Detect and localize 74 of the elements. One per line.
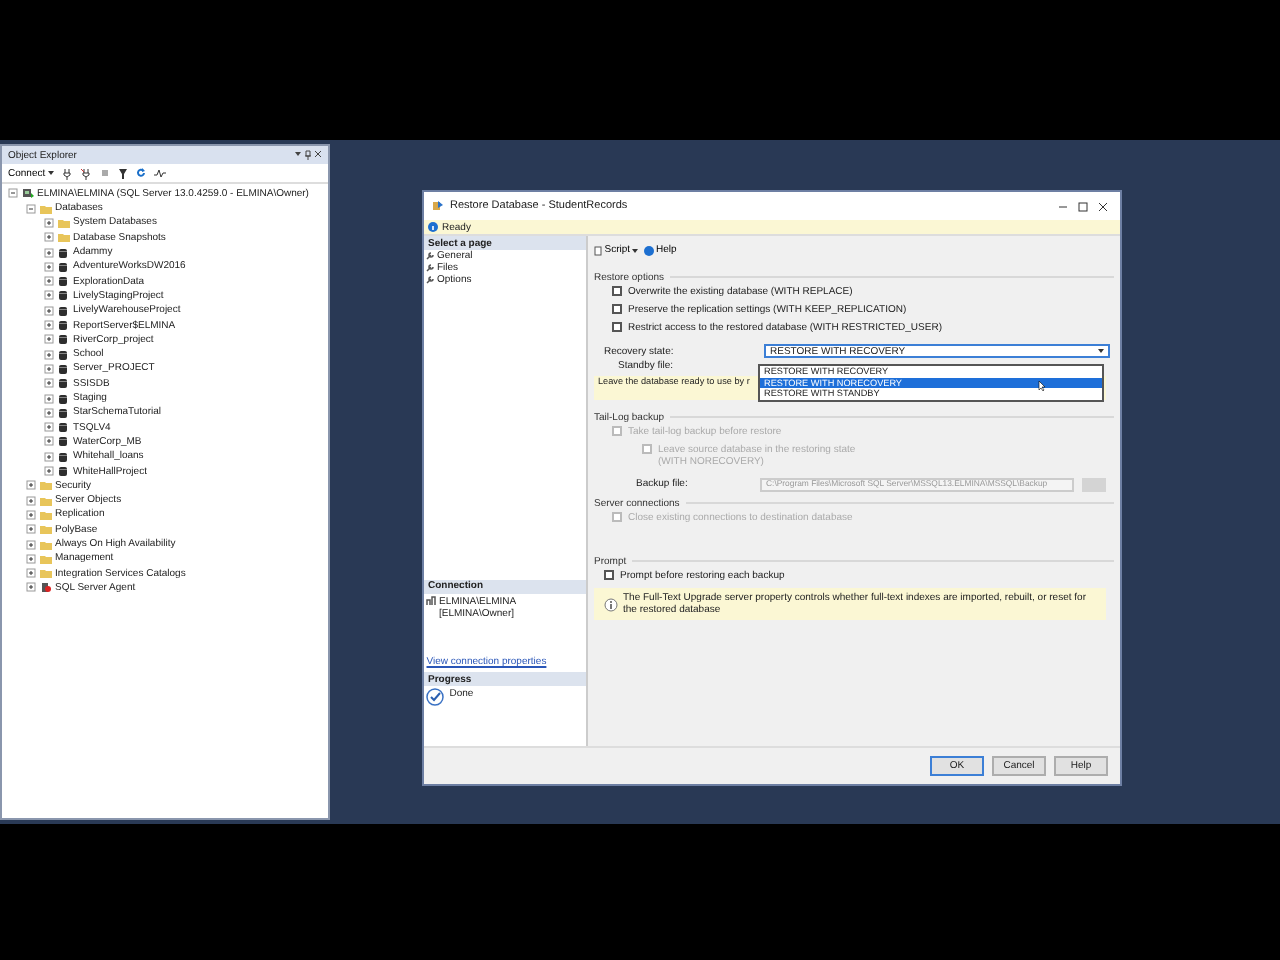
expand-icon[interactable] bbox=[43, 451, 53, 462]
database-icon bbox=[57, 276, 69, 287]
expand-icon[interactable] bbox=[43, 422, 53, 433]
database-icon bbox=[57, 378, 69, 389]
expand-icon[interactable] bbox=[25, 524, 35, 535]
caret-icon bbox=[632, 247, 639, 253]
expand-icon[interactable] bbox=[43, 261, 53, 272]
collapse-icon[interactable] bbox=[25, 203, 35, 214]
expand-icon[interactable] bbox=[43, 349, 53, 360]
agent-icon bbox=[39, 582, 51, 593]
minimize-icon[interactable] bbox=[1057, 201, 1067, 211]
dropdown-icon bbox=[293, 150, 301, 158]
expand-icon[interactable] bbox=[43, 320, 53, 331]
checkbox[interactable] bbox=[612, 304, 622, 314]
pin-icon bbox=[303, 150, 312, 160]
database-icon bbox=[57, 290, 69, 301]
script-icon bbox=[594, 245, 602, 255]
expand-icon[interactable] bbox=[43, 393, 53, 404]
expand-icon[interactable] bbox=[25, 582, 35, 593]
expand-icon[interactable] bbox=[25, 553, 35, 564]
checkbox[interactable] bbox=[604, 570, 614, 580]
expand-icon[interactable] bbox=[25, 509, 35, 520]
stop-icon bbox=[99, 168, 110, 178]
expand-icon[interactable] bbox=[43, 290, 53, 301]
database-icon bbox=[57, 349, 69, 360]
refresh-icon bbox=[135, 168, 146, 178]
expand-icon[interactable] bbox=[25, 568, 35, 579]
info-icon bbox=[604, 597, 618, 611]
expand-icon[interactable] bbox=[43, 217, 53, 228]
wrench-icon bbox=[426, 264, 435, 272]
expand-icon[interactable] bbox=[43, 247, 53, 258]
cursor-icon bbox=[1038, 380, 1046, 392]
expand-icon[interactable] bbox=[43, 305, 53, 316]
database-icon bbox=[57, 466, 69, 477]
expand-icon[interactable] bbox=[43, 407, 53, 418]
activity-icon bbox=[153, 168, 166, 178]
wrench-icon bbox=[426, 276, 435, 284]
filter-icon bbox=[117, 167, 128, 179]
disconnect-icon bbox=[79, 167, 92, 179]
plug-icon bbox=[61, 167, 72, 179]
database-icon bbox=[57, 393, 69, 404]
wrench-icon bbox=[426, 252, 435, 260]
expand-icon[interactable] bbox=[43, 232, 53, 243]
database-icon bbox=[57, 422, 69, 433]
database-icon bbox=[57, 261, 69, 272]
help-icon bbox=[643, 245, 654, 255]
collapse-icon[interactable] bbox=[7, 188, 17, 199]
checkbox[interactable] bbox=[612, 322, 622, 332]
expand-icon[interactable] bbox=[25, 539, 35, 550]
checkbox[interactable] bbox=[612, 286, 622, 296]
expand-icon[interactable] bbox=[43, 378, 53, 389]
close-icon[interactable] bbox=[1097, 201, 1107, 211]
database-icon bbox=[57, 363, 69, 374]
maximize-icon[interactable] bbox=[1077, 201, 1087, 211]
caret-icon bbox=[1098, 348, 1104, 354]
expand-icon[interactable] bbox=[43, 334, 53, 345]
database-icon bbox=[57, 320, 69, 331]
database-icon bbox=[57, 451, 69, 462]
close-icon bbox=[314, 150, 322, 158]
expand-icon[interactable] bbox=[43, 466, 53, 477]
expand-icon[interactable] bbox=[25, 480, 35, 491]
expand-icon[interactable] bbox=[43, 276, 53, 287]
connection-icon bbox=[426, 596, 437, 606]
expand-icon[interactable] bbox=[43, 363, 53, 374]
server-icon bbox=[21, 188, 33, 199]
expand-icon[interactable] bbox=[25, 495, 35, 506]
database-icon bbox=[57, 305, 69, 316]
database-icon bbox=[57, 334, 69, 345]
caret-icon bbox=[47, 170, 54, 176]
database-icon bbox=[57, 247, 69, 258]
expand-icon[interactable] bbox=[43, 436, 53, 447]
database-icon bbox=[57, 407, 69, 418]
database-icon bbox=[57, 436, 69, 447]
database-restore-icon bbox=[432, 200, 444, 212]
